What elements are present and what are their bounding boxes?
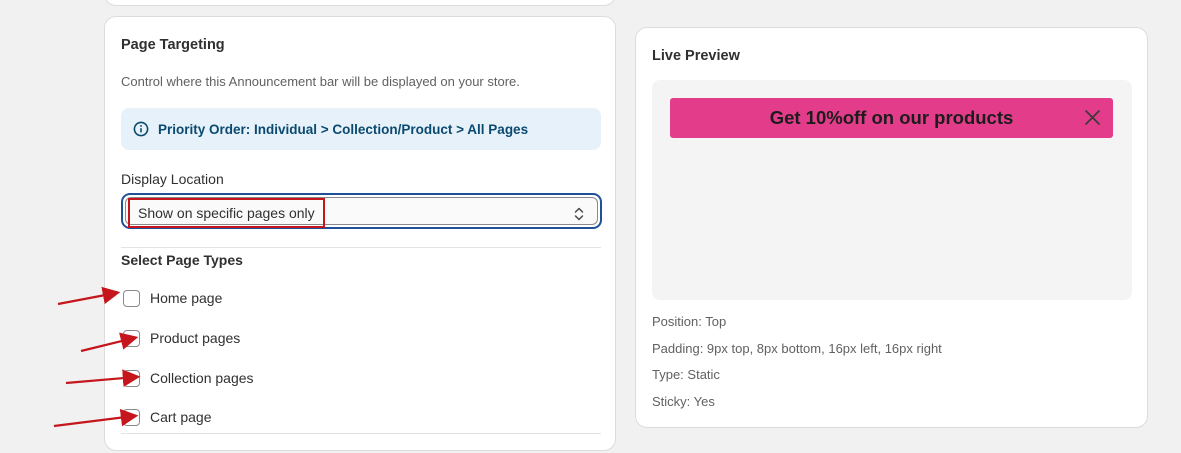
- preview-padding: Padding: 9px top, 8px bottom, 16px left,…: [652, 341, 942, 356]
- live-preview-card: Live Preview Get 10%off on our products …: [635, 27, 1148, 428]
- preview-canvas: Get 10%off on our products: [652, 80, 1132, 300]
- arrow-annotation-icon: [65, 369, 141, 387]
- announcement-bar: Get 10%off on our products: [670, 98, 1113, 138]
- close-icon[interactable]: [1084, 109, 1101, 131]
- live-preview-title: Live Preview: [652, 48, 740, 64]
- preview-sticky: Sticky: Yes: [652, 394, 715, 409]
- page: Page Targeting Control where this Announ…: [0, 0, 1181, 453]
- preview-type: Type: Static: [652, 367, 720, 382]
- announcement-text: Get 10%off on our products: [769, 107, 1014, 128]
- arrow-annotation-icon: [53, 408, 139, 428]
- preview-position: Position: Top: [652, 314, 727, 329]
- arrow-annotation-icon: [57, 286, 121, 306]
- arrow-annotation-icon: [80, 332, 139, 353]
